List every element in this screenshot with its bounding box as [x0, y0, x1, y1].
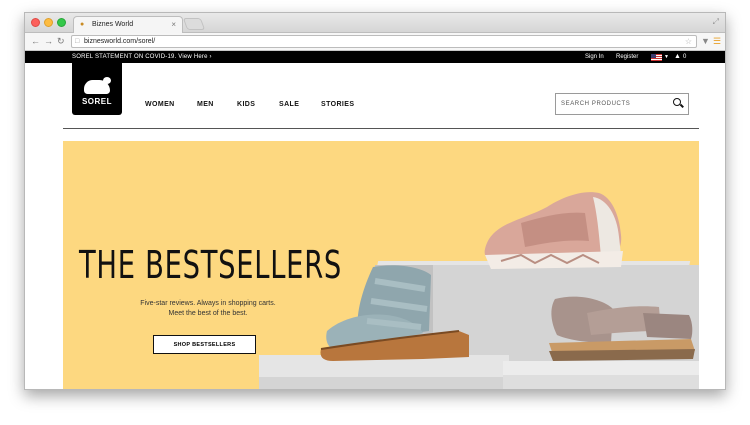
- hero-title: THE BESTSELLERS: [79, 243, 343, 287]
- shop-bestsellers-button[interactable]: SHOP BESTSELLERS: [153, 335, 256, 354]
- register-link[interactable]: Register: [616, 54, 638, 60]
- nav-item-sale[interactable]: SALE: [279, 101, 299, 108]
- new-tab-button[interactable]: [182, 18, 206, 30]
- tab-title: Biznes World: [92, 21, 134, 28]
- hero-banner: THE BESTSELLERS Five-star reviews. Alway…: [63, 141, 699, 389]
- maximize-window-button[interactable]: [57, 18, 66, 27]
- fullscreen-icon[interactable]: ⤢: [713, 17, 719, 27]
- minimize-window-button[interactable]: [44, 18, 53, 27]
- search-icon[interactable]: [673, 98, 681, 106]
- search-box[interactable]: SEARCH PRODUCTS: [555, 93, 689, 115]
- us-flag-icon[interactable]: [651, 54, 662, 61]
- tab-close-icon[interactable]: ×: [171, 20, 176, 29]
- header-divider: [63, 128, 699, 129]
- polar-bear-icon: [84, 77, 111, 94]
- sign-in-link[interactable]: Sign In: [585, 54, 604, 60]
- nav-item-stories[interactable]: STORIES: [321, 101, 354, 108]
- nav-item-women[interactable]: WOMEN: [145, 101, 175, 108]
- pedestal: [503, 375, 699, 389]
- tab-bar: ● Biznes World × ⤢: [25, 13, 725, 33]
- announcement-bar: SOREL STATEMENT ON COVID-19. View Here ›…: [25, 51, 725, 63]
- nav-item-kids[interactable]: KIDS: [237, 101, 255, 108]
- url-text: biznesworld.com/sorel/: [84, 38, 156, 45]
- taupe-slide-sandal-image: [549, 296, 695, 361]
- menu-icon[interactable]: ☰: [713, 36, 721, 47]
- website: SOREL STATEMENT ON COVID-19. View Here ›…: [25, 51, 725, 389]
- hero-subtitle: Meet the best of the best.: [168, 310, 248, 317]
- covid-statement-link[interactable]: SOREL STATEMENT ON COVID-19. View Here ›: [72, 54, 212, 60]
- close-window-button[interactable]: [31, 18, 40, 27]
- reload-icon[interactable]: ↻: [57, 36, 65, 47]
- search-input[interactable]: SEARCH PRODUCTS: [561, 101, 630, 107]
- back-arrow-icon[interactable]: ←: [31, 36, 40, 46]
- chevron-down-icon[interactable]: ▼: [664, 54, 669, 60]
- shopping-bag-icon[interactable]: ▲: [674, 53, 681, 60]
- nav-item-men[interactable]: MEN: [197, 101, 214, 108]
- pedestal: [259, 377, 509, 389]
- browser-tab[interactable]: ● Biznes World ×: [73, 16, 183, 33]
- favicon-icon: ●: [80, 21, 85, 28]
- address-bar[interactable]: □ biznesworld.com/sorel/ ☆: [71, 35, 697, 48]
- browser-toolbar: ← → ↻ □ biznesworld.com/sorel/ ☆ ▼ ☰: [25, 33, 725, 51]
- forward-arrow-icon[interactable]: →: [44, 36, 53, 46]
- logo-wordmark: SOREL: [81, 97, 113, 106]
- bookmark-star-icon[interactable]: ☆: [685, 37, 692, 46]
- sorel-logo[interactable]: SOREL: [72, 63, 122, 115]
- page-icon: □: [75, 38, 80, 45]
- pink-sneaker-image: [484, 192, 623, 269]
- extension-icon[interactable]: ▼: [701, 36, 710, 46]
- browser-window: ● Biznes World × ⤢ ← → ↻ □ biznesworld.c…: [24, 12, 726, 390]
- cart-count[interactable]: 0: [683, 54, 686, 60]
- hero-subtitle: Five-star reviews. Always in shopping ca…: [140, 300, 276, 307]
